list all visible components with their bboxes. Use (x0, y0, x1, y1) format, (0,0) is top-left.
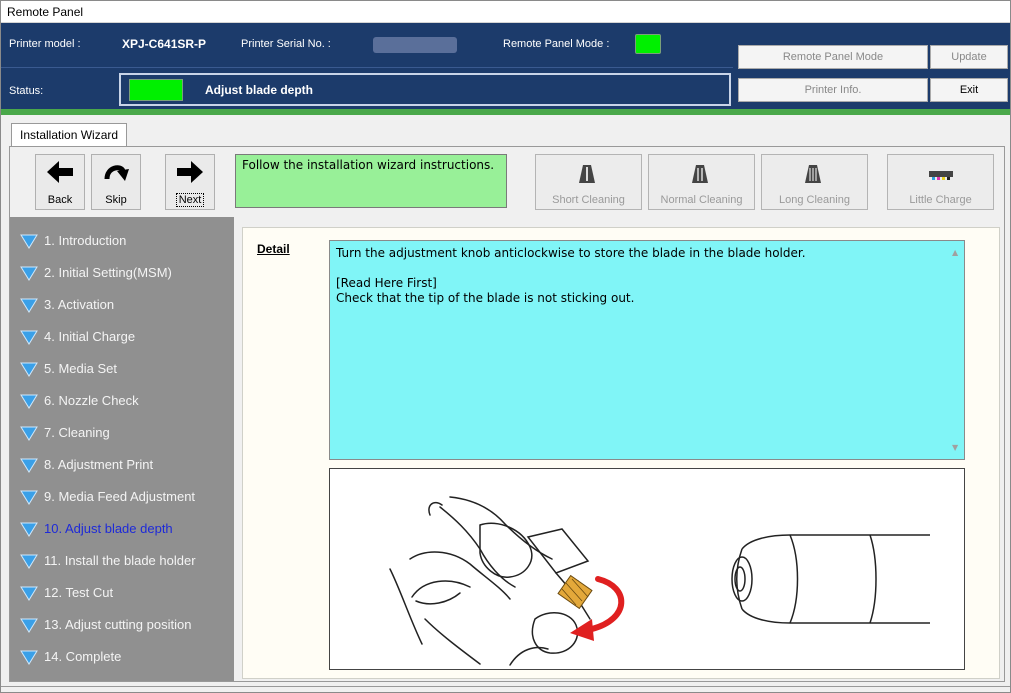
accent-strip (1, 109, 1010, 115)
header-panel: Printer model : XPJ-C641SR-P Printer Ser… (1, 23, 1010, 109)
blade-holder-tip-drawing (731, 534, 930, 624)
skip-button[interactable]: Skip (91, 154, 141, 210)
triangle-down-icon (20, 618, 38, 633)
blade-holder-drawing (389, 496, 930, 666)
status-text: Adjust blade depth (205, 83, 313, 97)
blade-holder-illustration (329, 468, 965, 670)
printer-info-button[interactable]: Printer Info. (738, 78, 928, 102)
remote-mode-indicator (635, 34, 661, 54)
header-divider (1, 67, 733, 68)
triangle-down-icon (20, 426, 38, 441)
triangle-down-icon (20, 650, 38, 665)
triangle-down-icon (20, 490, 38, 505)
triangle-down-icon (20, 298, 38, 313)
short-cleaning-icon (578, 165, 595, 183)
window-title: Remote Panel (1, 1, 1010, 23)
instruction-box: Follow the installation wizard instructi… (235, 154, 507, 208)
next-label: Next (175, 193, 205, 207)
step-item-current[interactable]: 10. Adjust blade depth (10, 515, 234, 545)
status-label: Status: (9, 85, 44, 97)
step-item[interactable]: 2. Initial Setting(MSM) (10, 259, 234, 289)
next-button[interactable]: Next (165, 154, 215, 210)
short-cleaning-button[interactable]: Short Cleaning (535, 154, 642, 210)
detail-label: Detail (257, 242, 290, 256)
printer-model-value: XPJ-C641SR-P (122, 37, 207, 51)
redo-arrow-icon (92, 157, 140, 194)
triangle-down-icon (20, 458, 38, 473)
triangle-down-icon (20, 394, 38, 409)
wizard-steps-list: 1. Introduction 2. Initial Setting(MSM) … (10, 217, 234, 681)
arrow-left-icon (36, 157, 84, 194)
serial-label: Printer Serial No. : (241, 38, 331, 50)
little-charge-button[interactable]: Little Charge (887, 154, 994, 210)
remote-panel-mode-button[interactable]: Remote Panel Mode (738, 45, 928, 69)
update-button[interactable]: Update (930, 45, 1008, 69)
back-label: Back (47, 194, 73, 206)
detail-textbox[interactable]: Turn the adjustment knob anticlockwise t… (329, 240, 965, 460)
short-cleaning-label: Short Cleaning (552, 194, 625, 206)
step-item[interactable]: 11. Install the blade holder (10, 547, 234, 577)
back-button[interactable]: Back (35, 154, 85, 210)
exit-button[interactable]: Exit (930, 78, 1008, 102)
step-item[interactable]: 7. Cleaning (10, 419, 234, 449)
detail-panel: Detail Turn the adjustment knob anticloc… (242, 227, 1000, 679)
step-item[interactable]: 13. Adjust cutting position (10, 611, 234, 641)
tab-installation-wizard[interactable]: Installation Wizard (11, 123, 128, 146)
little-charge-label: Little Charge (909, 194, 972, 206)
triangle-down-icon (20, 266, 38, 281)
step-item[interactable]: 12. Test Cut (10, 579, 234, 609)
wizard-panel: Back Skip Next Follow the installation w… (9, 146, 1005, 682)
triangle-down-icon (20, 234, 38, 249)
normal-cleaning-button[interactable]: Normal Cleaning (648, 154, 755, 210)
status-indicator (129, 79, 183, 101)
skip-label: Skip (105, 194, 127, 206)
printer-model-label: Printer model : (9, 38, 81, 50)
triangle-down-icon (20, 554, 38, 569)
remote-mode-label: Remote Panel Mode : (503, 38, 610, 50)
remote-panel-window: Remote Panel Printer model : XPJ-C641SR-… (0, 0, 1011, 693)
step-item[interactable]: 4. Initial Charge (10, 323, 234, 353)
normal-cleaning-icon (691, 165, 708, 183)
step-item[interactable]: 8. Adjustment Print (10, 451, 234, 481)
step-item[interactable]: 14. Complete (10, 643, 234, 673)
scroll-down-icon[interactable]: ▼ (952, 440, 958, 455)
detail-scrollbar[interactable]: ▲ ▼ (948, 241, 964, 459)
normal-cleaning-label: Normal Cleaning (660, 194, 743, 206)
triangle-down-icon (20, 586, 38, 601)
triangle-down-icon (20, 330, 38, 345)
triangle-down-icon (20, 362, 38, 377)
step-item[interactable]: 6. Nozzle Check (10, 387, 234, 417)
detail-text: Turn the adjustment knob anticlockwise t… (336, 246, 806, 305)
step-item[interactable]: 5. Media Set (10, 355, 234, 385)
triangle-down-icon (20, 522, 38, 537)
serial-value-redacted (373, 37, 457, 53)
status-box: Adjust blade depth (119, 73, 731, 106)
bottom-divider (1, 686, 1010, 687)
step-item[interactable]: 3. Activation (10, 291, 234, 321)
step-item[interactable]: 9. Media Feed Adjustment (10, 483, 234, 513)
step-item[interactable]: 1. Introduction (10, 227, 234, 257)
long-cleaning-label: Long Cleaning (779, 194, 850, 206)
long-cleaning-icon (804, 165, 821, 183)
ink-cartridge-icon (928, 171, 953, 180)
arrow-right-icon (166, 157, 214, 194)
scroll-up-icon[interactable]: ▲ (952, 245, 958, 260)
long-cleaning-button[interactable]: Long Cleaning (761, 154, 868, 210)
